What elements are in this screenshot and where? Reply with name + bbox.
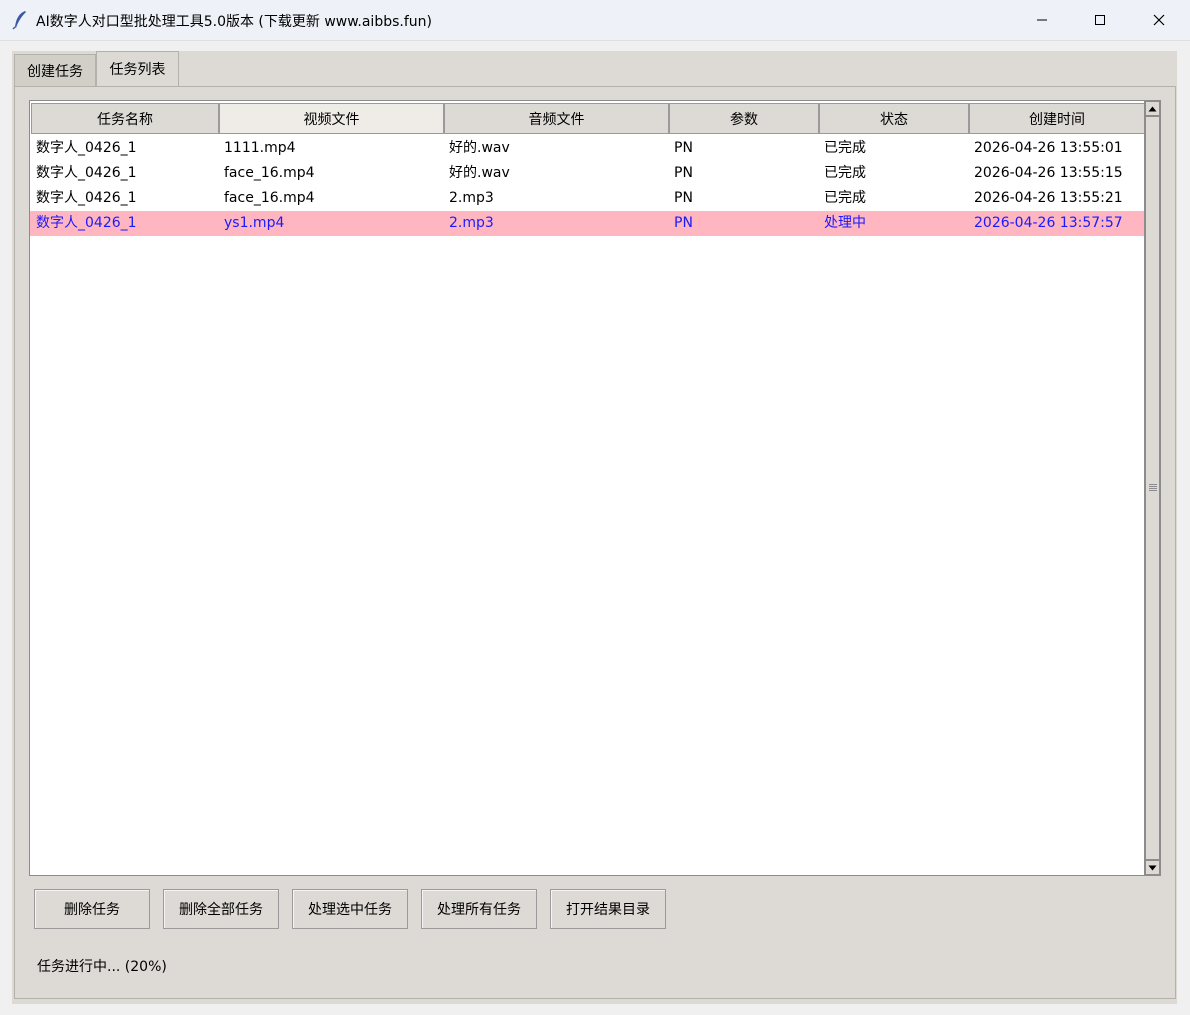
cell-audio-file: 好的.wav <box>449 165 510 181</box>
status-text: 任务进行中... (20%) <box>37 959 167 975</box>
process-selected-button[interactable]: 处理选中任务 <box>292 889 408 929</box>
cell-created-time: 2026-04-26 13:55:01 <box>974 140 1123 156</box>
maximize-button[interactable] <box>1071 0 1129 40</box>
cell-audio-file: 2.mp3 <box>449 190 494 206</box>
column-header-video[interactable]: 视频文件 <box>219 103 444 134</box>
title-bar[interactable]: AI数字人对口型批处理工具5.0版本 (下载更新 www.aibbs.fun) <box>0 0 1190 41</box>
column-header-name[interactable]: 任务名称 <box>31 103 219 134</box>
cell-task-name: 数字人_0426_1 <box>36 140 137 156</box>
column-header-status[interactable]: 状态 <box>819 103 969 134</box>
cell-status: 已完成 <box>824 140 866 156</box>
close-button[interactable] <box>1130 0 1188 40</box>
cell-audio-file: 好的.wav <box>449 140 510 156</box>
feather-icon <box>12 11 26 30</box>
maximize-icon <box>1095 15 1105 25</box>
cell-params: PN <box>674 215 693 231</box>
window-title: AI数字人对口型批处理工具5.0版本 (下载更新 www.aibbs.fun) <box>36 14 432 30</box>
column-header-created[interactable]: 创建时间 <box>969 103 1144 134</box>
tab-task-list[interactable]: 任务列表 <box>96 51 179 86</box>
grip-line <box>1149 486 1157 487</box>
cell-video-file: face_16.mp4 <box>224 165 315 181</box>
cell-task-name: 数字人_0426_1 <box>36 165 137 181</box>
table-row[interactable]: 数字人_0426_1 face_16.mp4 2.mp3 PN 已完成 2026… <box>30 186 1144 211</box>
scroll-down-button[interactable] <box>1145 860 1160 875</box>
cell-task-name: 数字人_0426_1 <box>36 215 137 231</box>
grip-line <box>1149 488 1157 489</box>
cell-created-time: 2026-04-26 13:57:57 <box>974 215 1123 231</box>
tab-label: 创建任务 <box>27 63 83 80</box>
scroll-thumb[interactable] <box>1145 116 1160 860</box>
minimize-icon <box>1037 19 1047 21</box>
table-row-selected[interactable]: 数字人_0426_1 ys1.mp4 2.mp3 PN 处理中 2026-04-… <box>30 211 1144 236</box>
column-header-audio[interactable]: 音频文件 <box>444 103 669 134</box>
cell-status: 已完成 <box>824 165 866 181</box>
open-results-folder-button[interactable]: 打开结果目录 <box>550 889 666 929</box>
cell-audio-file: 2.mp3 <box>449 215 494 231</box>
table-row[interactable]: 数字人_0426_1 1111.mp4 好的.wav PN 已完成 2026-0… <box>30 136 1144 161</box>
column-header-params[interactable]: 参数 <box>669 103 819 134</box>
cell-video-file: face_16.mp4 <box>224 190 315 206</box>
cell-status: 处理中 <box>824 215 866 231</box>
tab-create-task[interactable]: 创建任务 <box>14 54 96 86</box>
cell-created-time: 2026-04-26 13:55:21 <box>974 190 1123 206</box>
vertical-scrollbar[interactable] <box>1144 100 1161 876</box>
cell-video-file: 1111.mp4 <box>224 140 296 156</box>
triangle-up-icon <box>1148 106 1157 111</box>
cell-video-file: ys1.mp4 <box>224 215 285 231</box>
cell-params: PN <box>674 190 693 206</box>
cell-task-name: 数字人_0426_1 <box>36 190 137 206</box>
close-icon <box>1153 14 1165 26</box>
task-table[interactable]: 任务名称 视频文件 音频文件 参数 状态 创建时间 数字人_0426_1 111… <box>29 100 1145 876</box>
table-header: 任务名称 视频文件 音频文件 参数 状态 创建时间 <box>30 101 1144 136</box>
delete-all-tasks-button[interactable]: 删除全部任务 <box>163 889 279 929</box>
grip-line <box>1149 484 1157 485</box>
scroll-up-button[interactable] <box>1145 101 1160 116</box>
cell-params: PN <box>674 140 693 156</box>
table-row[interactable]: 数字人_0426_1 face_16.mp4 好的.wav PN 已完成 202… <box>30 161 1144 186</box>
delete-task-button[interactable]: 删除任务 <box>34 889 150 929</box>
tab-label: 任务列表 <box>109 62 166 78</box>
minimize-button[interactable] <box>1013 0 1071 40</box>
cell-status: 已完成 <box>824 190 866 206</box>
grip-line <box>1149 490 1157 491</box>
triangle-down-icon <box>1148 865 1157 870</box>
cell-params: PN <box>674 165 693 181</box>
cell-created-time: 2026-04-26 13:55:15 <box>974 165 1123 181</box>
process-all-button[interactable]: 处理所有任务 <box>421 889 537 929</box>
